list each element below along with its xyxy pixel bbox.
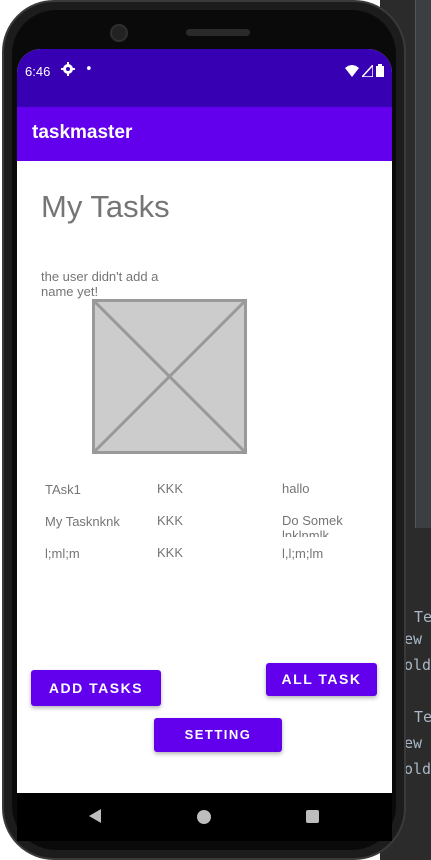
ide-code-fragment: Te [414, 608, 431, 626]
status-bar: 6:46 • [17, 49, 392, 107]
app-title: taskmaster [32, 122, 133, 143]
app-screen: 6:46 • taskmaster My Tasks the user didn… [17, 49, 392, 793]
back-icon[interactable] [89, 809, 101, 823]
ide-code-fragment: old [404, 656, 431, 674]
ide-code-fragment: ew [404, 630, 423, 648]
task-body: KKK [157, 513, 184, 528]
status-time: 6:46 [25, 64, 51, 79]
wifi-icon [345, 64, 359, 77]
task-title: l;ml;m [45, 546, 80, 561]
settings-icon [61, 62, 75, 80]
recents-icon[interactable] [306, 810, 319, 823]
task-body: KKK [157, 481, 184, 496]
ide-code-fragment: Te [414, 708, 431, 726]
battery-icon [376, 64, 384, 77]
front-camera [110, 24, 128, 42]
home-icon[interactable] [197, 810, 211, 824]
navigation-bar [17, 793, 392, 841]
notification-dot-icon: • [85, 62, 93, 77]
task-body: KKK [157, 545, 184, 560]
earpiece-speaker [186, 29, 250, 36]
task-title: TAsk1 [45, 482, 81, 497]
add-tasks-button[interactable]: ADD TASKS [31, 670, 161, 706]
signal-icon [362, 64, 373, 77]
all-task-button[interactable]: ALL TASK [266, 663, 377, 696]
task-state: l,l;m;lm [282, 546, 324, 561]
user-name-label: the user didn't add a name yet! [41, 269, 159, 299]
task-state: hallo [282, 481, 310, 496]
ide-code-fragment: old [404, 760, 431, 778]
ide-code-fragment: ew [404, 734, 423, 752]
ide-side-panel [415, 0, 431, 528]
app-bar: taskmaster [17, 107, 392, 161]
page-title: My Tasks [41, 189, 170, 224]
task-title: My Tasknknk [45, 514, 120, 529]
setting-button[interactable]: SETTING [154, 718, 282, 752]
status-icons [345, 64, 384, 77]
task-state: Do Somek lnklnmlk [282, 513, 343, 537]
image-placeholder-icon [92, 299, 247, 454]
